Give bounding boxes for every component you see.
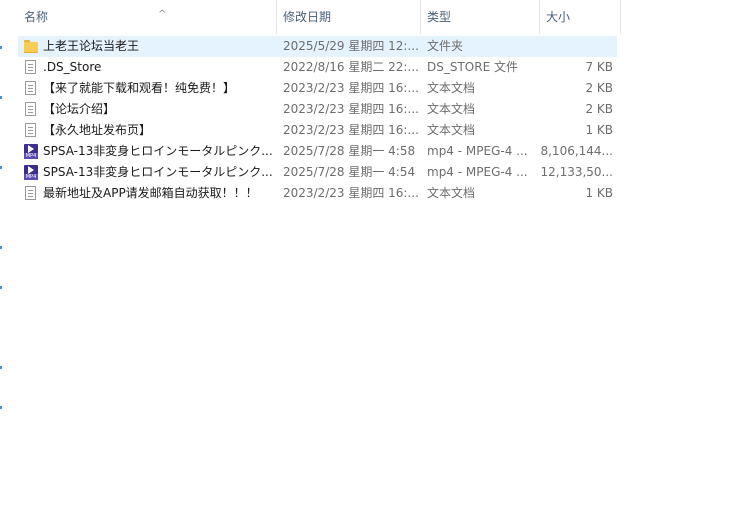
mp4-icon-label: MP4	[24, 174, 38, 180]
file-size: 7 KB	[585, 60, 613, 74]
file-icon-cell	[23, 120, 39, 141]
column-header-name[interactable]: 名称 ^	[18, 0, 277, 34]
column-header-bar: 名称 ^ 修改日期 类型 大小	[0, 0, 621, 34]
mp4-video-icon: MP4	[24, 144, 38, 159]
file-size: 8,106,144...	[540, 144, 613, 158]
file-name: 【来了就能下载和观看！纯免费！】	[43, 81, 236, 95]
file-modified-date: 2025/7/28 星期一 4:58	[283, 144, 416, 158]
file-row[interactable]: 【永久地址发布页】 2023/2/23 星期四 16:... 文本文档 1 KB	[18, 120, 617, 141]
document-icon	[25, 81, 36, 95]
file-row[interactable]: 【来了就能下载和观看！纯免费！】 2023/2/23 星期四 16:... 文本文档…	[18, 78, 617, 99]
file-icon-cell	[23, 57, 39, 78]
document-icon	[25, 102, 36, 116]
file-row[interactable]: .DS_Store 2022/8/16 星期二 22:... DS_STORE 文件…	[18, 57, 617, 78]
file-type: 文本文档	[427, 81, 476, 95]
file-icon-cell: MP4	[23, 162, 39, 183]
mp4-video-icon: MP4	[24, 165, 38, 180]
file-icon-cell	[23, 99, 39, 120]
file-name: SPSA-13非変身ヒロインモータルピンク...	[43, 144, 273, 158]
file-row[interactable]: 【论坛介绍】 2023/2/23 星期四 16:... 文本文档 2 KB	[18, 99, 617, 120]
column-header-name-label: 名称	[24, 10, 49, 24]
left-edge-mark	[0, 406, 2, 409]
file-size: 1 KB	[585, 123, 613, 137]
file-name: .DS_Store	[43, 60, 102, 74]
file-name: 【论坛介绍】	[43, 102, 116, 116]
column-header-date[interactable]: 修改日期	[277, 0, 421, 34]
file-type: 文本文档	[427, 123, 476, 137]
file-name: SPSA-13非変身ヒロインモータルピンク...	[43, 165, 273, 179]
file-icon-cell: MP4	[23, 141, 39, 162]
file-type: 文本文档	[427, 186, 476, 200]
file-modified-date: 2023/2/23 星期四 16:...	[283, 186, 418, 200]
file-modified-date: 2022/8/16 星期二 22:...	[283, 60, 418, 74]
left-edge-mark	[0, 46, 2, 49]
left-edge-marks	[0, 36, 3, 476]
file-row[interactable]: MP4 SPSA-13非変身ヒロインモータルピンク... 2025/7/28 星期一…	[18, 162, 617, 183]
file-modified-date: 2023/2/23 星期四 16:...	[283, 102, 418, 116]
document-icon	[25, 186, 36, 200]
file-row[interactable]: MP4 SPSA-13非変身ヒロインモータルピンク... 2025/7/28 星期一…	[18, 141, 617, 162]
file-modified-date: 2025/7/28 星期一 4:54	[283, 165, 416, 179]
file-size: 2 KB	[585, 102, 613, 116]
file-type: mp4 - MPEG-4 ...	[427, 144, 528, 158]
column-header-date-label: 修改日期	[283, 10, 332, 24]
column-header-type-label: 类型	[427, 10, 452, 24]
file-icon-cell	[23, 183, 39, 204]
file-name: 最新地址及APP请发邮箱自动获取！！！	[43, 186, 258, 200]
file-row[interactable]: 上老王论坛当老王 2025/5/29 星期四 12:... 文件夹	[18, 36, 617, 57]
mp4-icon-label: MP4	[24, 153, 38, 159]
file-modified-date: 2025/5/29 星期四 12:...	[283, 39, 418, 53]
column-header-size[interactable]: 大小	[540, 0, 621, 34]
file-size: 12,133,50...	[540, 165, 613, 179]
left-edge-mark	[0, 166, 2, 169]
file-row[interactable]: 最新地址及APP请发邮箱自动获取！！！ 2023/2/23 星期四 16:... 文…	[18, 183, 617, 204]
file-type: 文本文档	[427, 102, 476, 116]
document-icon	[25, 60, 36, 74]
sort-ascending-icon: ^	[158, 9, 167, 20]
file-type: 文件夹	[427, 39, 464, 53]
file-icon-cell	[23, 36, 39, 57]
column-header-size-label: 大小	[546, 10, 571, 24]
file-type: DS_STORE 文件	[427, 60, 518, 74]
file-type: mp4 - MPEG-4 ...	[427, 165, 528, 179]
column-header-type[interactable]: 类型	[421, 0, 540, 34]
left-edge-mark	[0, 246, 2, 249]
folder-icon	[23, 39, 38, 54]
file-name: 【永久地址发布页】	[43, 123, 152, 137]
file-size: 1 KB	[585, 186, 613, 200]
file-name: 上老王论坛当老王	[43, 39, 140, 53]
file-explorer: 名称 ^ 修改日期 类型 大小 上老王论坛当老王 2025/5/29 星期四 12…	[0, 0, 741, 515]
left-edge-mark	[0, 96, 2, 99]
file-icon-cell	[23, 78, 39, 99]
left-edge-mark	[0, 366, 2, 369]
file-modified-date: 2023/2/23 星期四 16:...	[283, 123, 418, 137]
file-size: 2 KB	[585, 81, 613, 95]
document-icon	[25, 123, 36, 137]
left-edge-mark	[0, 286, 2, 289]
file-size	[540, 36, 613, 57]
file-modified-date: 2023/2/23 星期四 16:...	[283, 81, 418, 95]
file-list: 上老王论坛当老王 2025/5/29 星期四 12:... 文件夹 .DS_Store…	[18, 36, 617, 204]
